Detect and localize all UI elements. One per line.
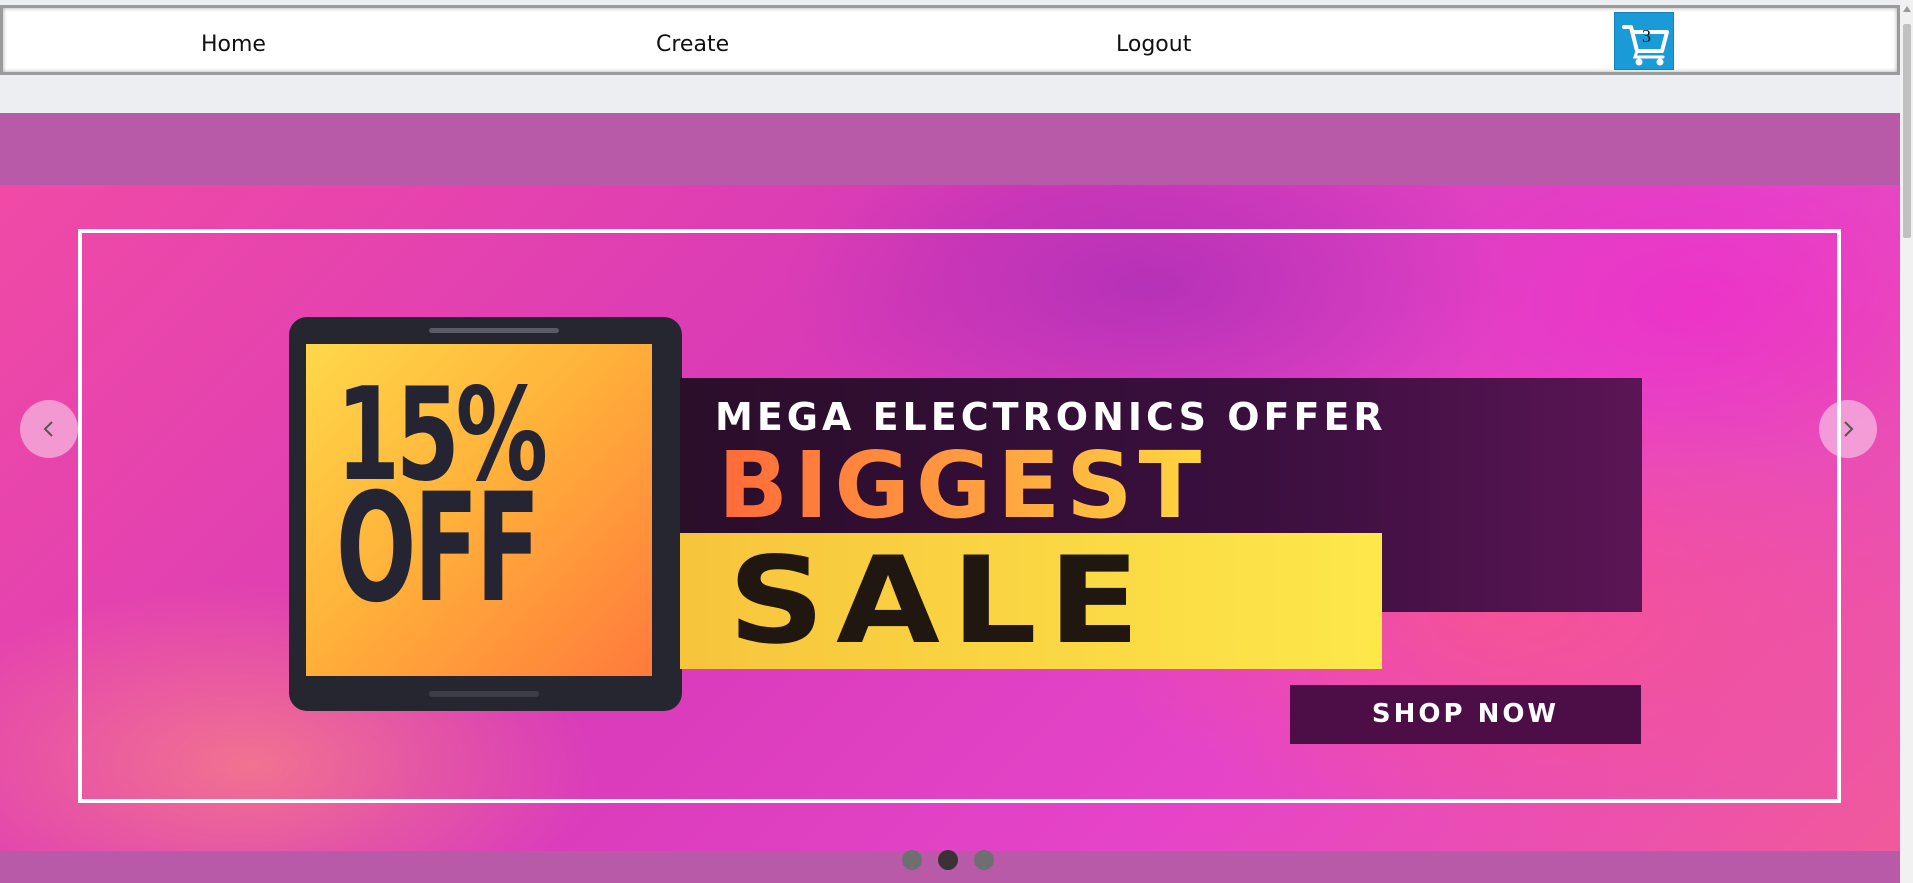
carousel-indicator-2[interactable] bbox=[938, 850, 958, 870]
top-navbar: Home Create Logout 3 bbox=[0, 5, 1900, 75]
banner-sale: SALE bbox=[728, 532, 1152, 671]
banner-biggest: BIGGEST bbox=[718, 432, 1208, 539]
shop-now-label: SHOP NOW bbox=[1371, 699, 1560, 729]
nav-logout-link[interactable]: Logout bbox=[1116, 32, 1191, 57]
cart-count-badge: 3 bbox=[1642, 26, 1651, 46]
scrollbar-thumb[interactable] bbox=[1903, 24, 1911, 238]
page-scrollbar[interactable] bbox=[1900, 0, 1913, 883]
chevron-left-icon bbox=[43, 421, 53, 437]
cart-button[interactable]: 3 bbox=[1614, 12, 1674, 70]
shop-now-button[interactable]: SHOP NOW bbox=[1290, 685, 1641, 744]
carousel-slide[interactable]: 15% OFF MEGA ELECTRONICS OFFER BIGGEST S… bbox=[0, 185, 1900, 851]
nav-create-link[interactable]: Create bbox=[656, 32, 729, 57]
scroll-up-arrow[interactable] bbox=[1903, 6, 1911, 12]
tablet-speaker bbox=[429, 328, 559, 333]
discount-off-label: OFF bbox=[336, 462, 540, 636]
tablet-home-bar bbox=[429, 691, 539, 697]
carousel-indicator-1[interactable] bbox=[902, 850, 922, 870]
carousel-next-button[interactable] bbox=[1819, 400, 1877, 458]
tablet-illustration: 15% OFF bbox=[289, 317, 682, 711]
tablet-screen: 15% OFF bbox=[306, 344, 652, 676]
nav-home-link[interactable]: Home bbox=[201, 32, 266, 57]
carousel-indicator-3[interactable] bbox=[974, 850, 994, 870]
chevron-right-icon bbox=[1844, 421, 1854, 437]
carousel-prev-button[interactable] bbox=[20, 400, 78, 458]
